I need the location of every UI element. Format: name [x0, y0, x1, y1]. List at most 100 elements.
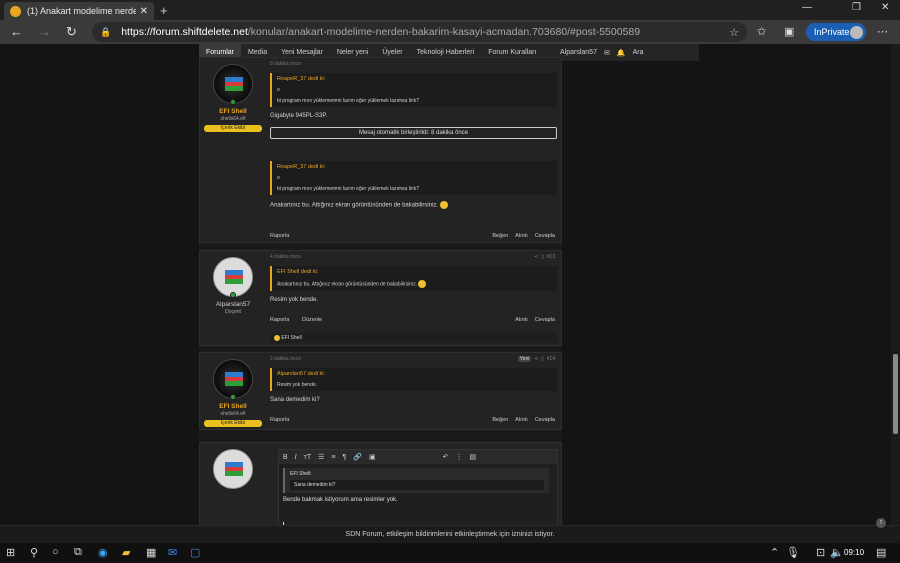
post-text: Sana demedim ki? — [270, 397, 320, 403]
network-icon[interactable]: ⊡ — [816, 546, 825, 559]
preview-icon[interactable]: ▤ — [469, 453, 476, 461]
post-author[interactable]: EFI Shell — [200, 403, 266, 410]
reply-button[interactable]: Cevapla — [535, 233, 555, 239]
inbox-icon[interactable]: ✉ — [604, 49, 610, 57]
windows-start-icon[interactable]: ⊞ — [6, 546, 15, 559]
quote-header[interactable]: ReapeR_37 dedi ki: — [277, 164, 552, 170]
quote-block: ReapeR_37 dedi ki: o bi program mını yük… — [270, 161, 557, 195]
editor-text[interactable]: Bende bakmak istiyorum ama resimler yok. — [283, 497, 557, 503]
favorites-icon[interactable]: ✩ — [757, 25, 766, 38]
quote-button[interactable]: Alıntı — [515, 417, 528, 423]
quote-header[interactable]: ReapeR_37 dedi ki: — [277, 76, 552, 82]
nav-user[interactable]: Alparslan57 — [560, 49, 597, 56]
flag-icon — [225, 462, 243, 476]
chat-app-icon[interactable]: ▢ — [190, 546, 200, 559]
share-icon[interactable]: ⋖ — [534, 254, 538, 260]
text-size-icon[interactable]: тT — [304, 454, 311, 461]
action-center-icon[interactable]: ▤ — [876, 546, 886, 559]
align-icon[interactable]: ≡ — [331, 454, 335, 461]
link-icon[interactable]: 🔗 — [353, 453, 362, 461]
forward-icon[interactable]: → — [38, 24, 51, 39]
store-icon[interactable]: ▦ — [146, 546, 156, 559]
reaction-bar[interactable]: EFI Shell — [270, 333, 557, 343]
minimize-icon[interactable]: — — [802, 2, 812, 13]
post-text: Gigabyte 945PL-S3P. — [270, 113, 328, 119]
reply-button[interactable]: Cevapla — [535, 417, 555, 423]
new-tab-button[interactable]: + — [160, 3, 168, 18]
edit-button[interactable]: Düzenle — [302, 317, 322, 323]
more-menu-icon[interactable]: ⋯ — [877, 25, 888, 38]
quote-button[interactable]: Alıntı — [515, 233, 528, 239]
post-author[interactable]: EFI Shell — [200, 108, 266, 115]
paragraph-icon[interactable]: ¶ — [342, 454, 346, 461]
post-time[interactable]: 4 dakika önce — [270, 254, 301, 260]
quote-block: ReapeR_37 dedi ki: o bi program mını yük… — [270, 73, 557, 107]
more-icon[interactable]: ⋮ — [455, 453, 462, 461]
post-meta: 2 dakika önce Yeni ⋖ ▯ #14 — [270, 353, 557, 365]
microphone-icon[interactable]: 🎙 — [786, 546, 800, 559]
mail-icon[interactable]: ✉ — [168, 546, 177, 559]
post-author[interactable]: Alparslan57 — [200, 301, 266, 308]
post-actions: Raporla Beğen Alıntı Cevapla — [270, 417, 557, 427]
report-button[interactable]: Raporla — [270, 233, 289, 239]
like-button[interactable]: Beğen — [492, 233, 508, 239]
restore-icon[interactable]: ❐ — [852, 2, 861, 13]
search-icon[interactable]: ⚲ — [30, 546, 38, 559]
alerts-icon[interactable]: 🔔 — [617, 49, 626, 57]
quote-header[interactable]: EFI Shell dedi ki: — [277, 269, 552, 275]
avatar[interactable] — [213, 64, 253, 104]
share-icon[interactable]: ⋖ — [534, 356, 538, 362]
scrollbar-thumb[interactable] — [893, 354, 898, 434]
favorite-star-icon[interactable]: ☆ — [729, 26, 739, 39]
task-view-icon[interactable]: ⧉ — [74, 546, 82, 559]
bookmark-icon[interactable]: ▯ — [541, 254, 544, 260]
avatar[interactable] — [213, 359, 253, 399]
reply-editor[interactable]: B I тT ☰ ≡ ¶ 🔗 ▣ ↶ ⋮ ▤ EFI Shell: Sana d… — [278, 449, 558, 525]
editor-quote-text: Sana demedim ki? — [290, 480, 544, 490]
quote-header[interactable]: Alparslan57 dedi ki: — [277, 371, 552, 377]
quote-block: Alparslan57 dedi ki: Resim yok bende. — [270, 368, 557, 391]
scrollbar-track[interactable] — [891, 44, 900, 525]
post-content: 8 dakika önce ReapeR_37 dedi ki: o bi pr… — [270, 58, 557, 209]
bold-icon[interactable]: B — [283, 454, 288, 461]
image-icon[interactable]: ▣ — [369, 453, 376, 461]
back-icon[interactable]: ← — [10, 24, 23, 39]
taskbar-clock[interactable]: 09:10 — [844, 548, 864, 557]
address-toolbar: ← → ↻ 🔒 https://forum.shiftdelete.net/ko… — [0, 20, 900, 44]
reaction-user[interactable]: EFI Shell — [281, 335, 301, 341]
smile-emoji-icon — [274, 334, 280, 341]
cortana-icon[interactable]: ○ — [52, 546, 59, 558]
refresh-icon[interactable]: ↻ — [66, 24, 77, 40]
collections-icon[interactable]: ▣ — [784, 25, 794, 38]
tab-close-icon[interactable]: ✕ — [140, 6, 148, 17]
volume-icon[interactable]: 🔈 — [830, 546, 844, 559]
inprivate-button[interactable]: InPrivate — [806, 23, 866, 41]
browser-tab[interactable]: (1) Anakart modelime nerden bakarım kasa… — [4, 2, 154, 20]
notification-bar[interactable]: SDN Forum, etkileşim bildirimlerini etki… — [0, 525, 900, 543]
italic-icon[interactable]: I — [295, 454, 297, 461]
address-bar[interactable]: 🔒 https://forum.shiftdelete.net/konular/… — [92, 22, 747, 42]
flag-icon — [225, 372, 243, 386]
post-time[interactable]: 8 dakika önce — [270, 61, 301, 67]
page-content: Forumlar Media Yeni Mesajlar Neler yeni … — [0, 44, 900, 525]
scroll-top-icon[interactable]: ↑ — [876, 518, 886, 528]
post-number[interactable]: #14 — [547, 356, 555, 362]
avatar[interactable] — [213, 257, 253, 297]
url-host: https://forum.shiftdelete.net — [121, 26, 248, 38]
report-button[interactable]: Raporla — [270, 317, 289, 323]
edge-icon[interactable]: ◉ — [98, 546, 108, 559]
reply-button[interactable]: Cevapla — [535, 317, 555, 323]
user-role: Doçent — [225, 309, 241, 315]
report-button[interactable]: Raporla — [270, 417, 289, 423]
nav-search[interactable]: Ara — [633, 49, 644, 56]
post-time[interactable]: 2 dakika önce — [270, 356, 301, 362]
bookmark-icon[interactable]: ▯ — [541, 356, 544, 362]
quote-button[interactable]: Alıntı — [515, 317, 528, 323]
post-number[interactable]: #13 — [547, 254, 555, 260]
tray-chevron-icon[interactable]: ⌃ — [770, 546, 779, 559]
list-icon[interactable]: ☰ — [318, 453, 324, 461]
file-explorer-icon[interactable]: ▰ — [122, 546, 130, 559]
window-close-icon[interactable]: ✕ — [881, 2, 889, 13]
like-button[interactable]: Beğen — [492, 417, 508, 423]
undo-icon[interactable]: ↶ — [443, 453, 449, 461]
